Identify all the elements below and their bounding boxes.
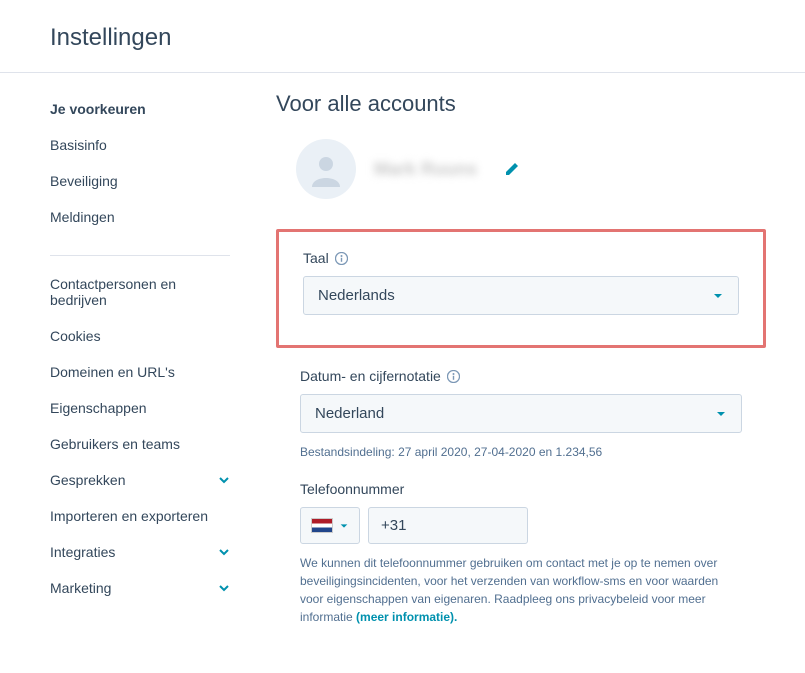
sidebar-item-label: Contactpersonen en bedrijven [50,276,230,308]
sidebar-item-label: Meldingen [50,209,115,225]
sidebar-item-label: Gebruikers en teams [50,436,180,452]
date-format-helper: Bestandsindeling: 27 april 2020, 27-04-2… [300,443,742,461]
info-icon[interactable] [335,252,348,265]
chevron-down-icon [218,546,230,558]
caret-down-icon [339,521,349,531]
phone-helper-link[interactable]: (meer informatie). [356,610,457,624]
sidebar: Je voorkeuren Basisinfo Beveiliging Meld… [50,73,250,666]
sidebar-divider [50,255,230,256]
profile-row: Mark Ruuns [276,139,785,199]
sidebar-item-integraties[interactable]: Integraties [50,534,230,570]
phone-input[interactable] [368,507,528,544]
language-select[interactable]: Nederlands [303,276,739,315]
sidebar-item-basisinfo[interactable]: Basisinfo [50,127,230,163]
phone-group: Telefoonnummer We kunnen dit telefoonnum… [276,481,766,626]
sidebar-item-label: Cookies [50,328,101,344]
main-layout: Je voorkeuren Basisinfo Beveiliging Meld… [0,73,805,666]
sidebar-item-label: Basisinfo [50,137,107,153]
main-content: Voor alle accounts Mark Ruuns Taal [250,73,805,666]
chevron-down-icon [218,474,230,486]
sidebar-item-eigenschappen[interactable]: Eigenschappen [50,390,230,426]
date-format-group: Datum- en cijfernotatie Nederland Bestan… [276,368,766,461]
label-text: Taal [303,250,329,266]
sidebar-item-label: Eigenschappen [50,400,147,416]
date-format-select[interactable]: Nederland [300,394,742,433]
caret-down-icon [715,408,727,420]
flag-nl-icon [311,518,333,533]
sidebar-item-gesprekken[interactable]: Gesprekken [50,462,230,498]
phone-country-select[interactable] [300,507,360,544]
sidebar-item-gebruikers[interactable]: Gebruikers en teams [50,426,230,462]
sidebar-item-marketing[interactable]: Marketing [50,570,230,606]
sidebar-item-label: Beveiliging [50,173,118,189]
sidebar-item-label: Importeren en exporteren [50,508,208,524]
sidebar-item-label: Domeinen en URL's [50,364,175,380]
profile-name: Mark Ruuns [374,159,477,180]
label-text: Telefoonnummer [300,481,404,497]
sidebar-item-contactpersonen[interactable]: Contactpersonen en bedrijven [50,266,230,318]
sidebar-item-domeinen[interactable]: Domeinen en URL's [50,354,230,390]
edit-icon[interactable] [505,162,519,176]
sidebar-item-beveiliging[interactable]: Beveiliging [50,163,230,199]
sidebar-item-cookies[interactable]: Cookies [50,318,230,354]
select-value: Nederlands [318,287,395,304]
page-header: Instellingen [0,0,805,73]
page-title: Instellingen [50,24,805,52]
info-icon[interactable] [447,370,460,383]
main-heading: Voor alle accounts [276,91,785,117]
chevron-down-icon [218,582,230,594]
language-highlight-box: Taal Nederlands [276,229,766,348]
language-label: Taal [303,250,739,266]
sidebar-heading-preferences: Je voorkeuren [50,91,230,127]
sidebar-item-label: Integraties [50,544,115,560]
phone-label: Telefoonnummer [300,481,742,497]
select-value: Nederland [315,405,384,422]
caret-down-icon [712,290,724,302]
phone-helper: We kunnen dit telefoonnummer gebruiken o… [300,554,742,626]
label-text: Datum- en cijfernotatie [300,368,441,384]
sidebar-item-label: Gesprekken [50,472,125,488]
sidebar-item-importeren[interactable]: Importeren en exporteren [50,498,230,534]
sidebar-item-label: Marketing [50,580,111,596]
sidebar-item-meldingen[interactable]: Meldingen [50,199,230,235]
avatar [296,139,356,199]
date-format-label: Datum- en cijfernotatie [300,368,742,384]
